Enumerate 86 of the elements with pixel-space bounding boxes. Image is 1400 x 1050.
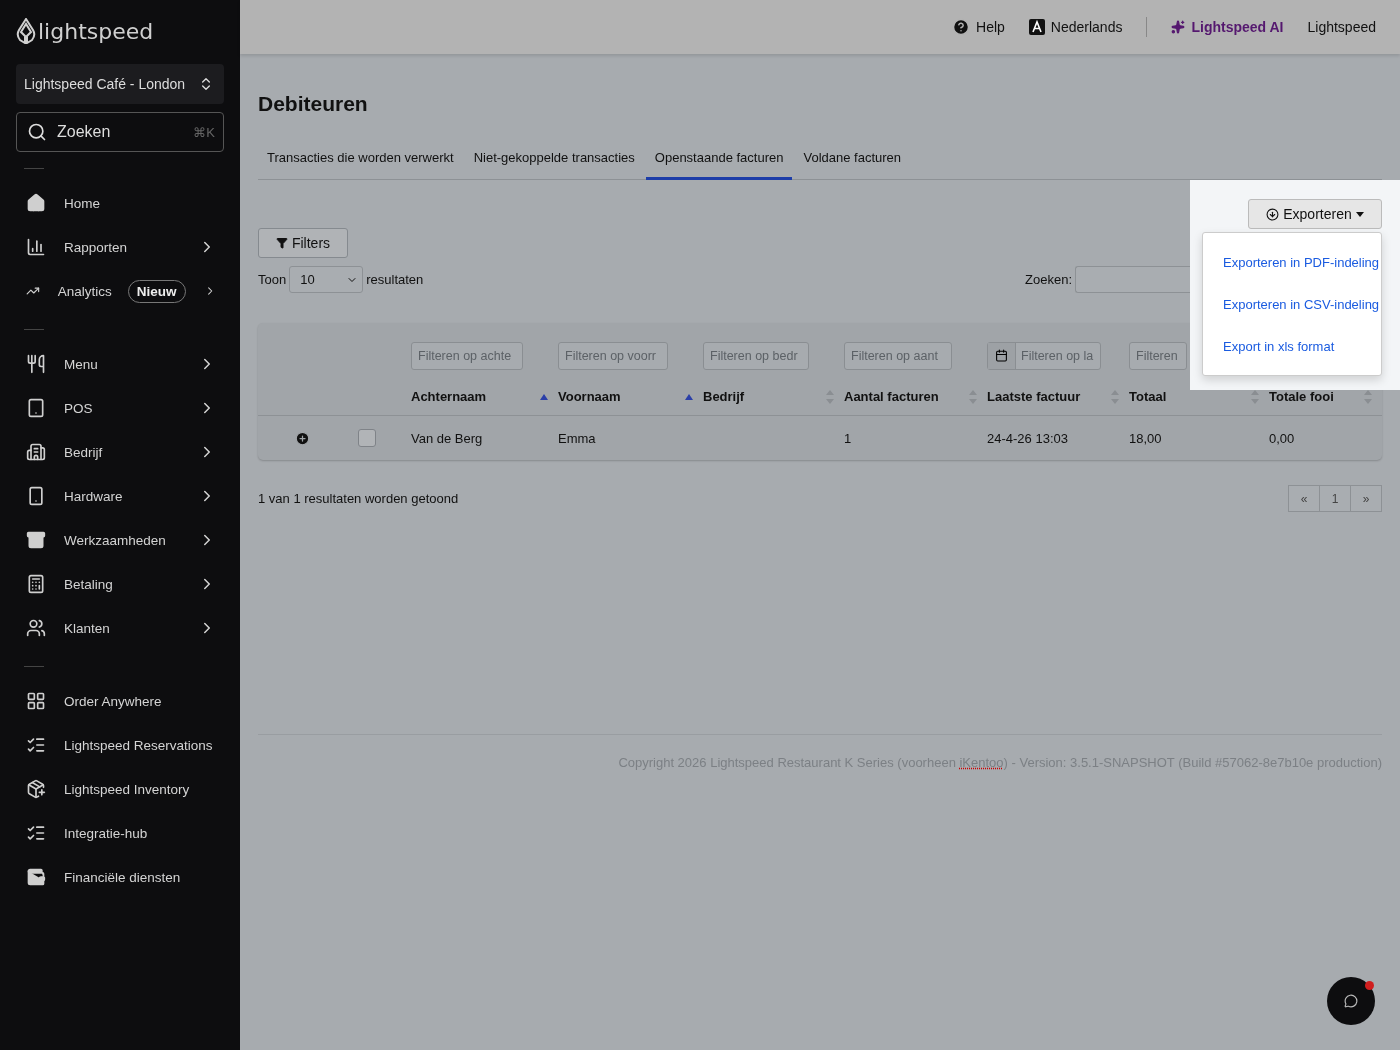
show-label: Toon bbox=[258, 272, 287, 287]
caret-icon bbox=[1355, 211, 1364, 217]
search-field[interactable]: Zoeken ⌘K bbox=[16, 112, 224, 152]
help-icon bbox=[952, 18, 971, 36]
column-header[interactable]: Voornaam bbox=[558, 389, 621, 404]
column-header[interactable]: Totale fooi bbox=[1269, 389, 1334, 404]
language-icon bbox=[1028, 19, 1045, 35]
expand-row-icon[interactable] bbox=[294, 430, 310, 446]
sidebar-item[interactable]: Bedrijf bbox=[16, 430, 224, 474]
sidebar-item[interactable]: Werkzaamheden bbox=[16, 518, 224, 562]
topbar-link[interactable]: Lightspeed AI bbox=[1171, 19, 1284, 35]
table-cell: 1 bbox=[844, 430, 852, 446]
search-icon bbox=[27, 122, 47, 142]
filters-button[interactable]: Filters bbox=[258, 228, 348, 258]
archive-icon bbox=[26, 530, 46, 550]
page-button[interactable]: » bbox=[1350, 485, 1382, 512]
package-icon bbox=[26, 779, 46, 799]
tab[interactable]: Niet-gekoppelde transacties bbox=[464, 144, 644, 180]
topbar-link[interactable]: Help bbox=[952, 18, 1005, 36]
wallet-icon bbox=[26, 867, 46, 887]
search-label: Zoeken: bbox=[1025, 272, 1072, 287]
phone-icon bbox=[26, 486, 46, 506]
chat-icon bbox=[1344, 994, 1358, 1008]
utensils-icon bbox=[26, 354, 46, 374]
tab[interactable]: Openstaande facturen bbox=[645, 144, 793, 180]
sidebar-item[interactable]: Hardware bbox=[16, 474, 224, 518]
column-header[interactable]: Totaal bbox=[1129, 389, 1167, 404]
shortcut-hint: ⌘K bbox=[193, 124, 215, 140]
column-header[interactable]: Aantal facturen bbox=[844, 389, 939, 404]
sort-icon[interactable] bbox=[1364, 389, 1372, 404]
page-button[interactable]: « bbox=[1288, 485, 1320, 512]
export-menu-item[interactable]: Export in xls format bbox=[1203, 325, 1381, 367]
sidebar-item[interactable]: Order Anywhere bbox=[16, 679, 224, 723]
chat-button[interactable] bbox=[1327, 977, 1375, 1025]
sidebar-item[interactable]: Analytics Nieuw bbox=[16, 269, 224, 313]
users-icon bbox=[26, 618, 46, 638]
export-menu-item[interactable]: Exporteren in PDF-indeling bbox=[1203, 241, 1381, 283]
checklist-icon bbox=[26, 823, 46, 843]
building-icon bbox=[26, 442, 46, 462]
sidebar-item[interactable]: Menu bbox=[16, 342, 224, 386]
tab[interactable]: Transacties die worden verwerkt bbox=[258, 144, 463, 180]
store-selector[interactable]: Lightspeed Café - London bbox=[16, 64, 224, 104]
sort-ascending-icon[interactable] bbox=[540, 393, 548, 400]
tablet-icon bbox=[26, 398, 46, 418]
export-button[interactable]: Exporteren bbox=[1248, 199, 1382, 229]
home-icon bbox=[26, 193, 46, 213]
sidebar-item[interactable]: Home bbox=[16, 181, 224, 225]
grid-icon bbox=[26, 691, 46, 711]
sort-ascending-icon[interactable] bbox=[685, 393, 693, 400]
page-title: Debiteuren bbox=[258, 92, 369, 116]
page-size-select[interactable]: 10 bbox=[289, 266, 364, 293]
tab[interactable]: Voldane facturen bbox=[794, 144, 911, 180]
table-search-field[interactable] bbox=[1075, 266, 1191, 293]
logo-text: lightspeed bbox=[38, 18, 154, 44]
column-header[interactable]: Bedrijf bbox=[703, 389, 745, 404]
sparkle-icon bbox=[1171, 20, 1186, 34]
checklist-icon bbox=[26, 735, 46, 755]
flame-logo-icon bbox=[16, 18, 36, 44]
results-label: resultaten bbox=[366, 272, 424, 287]
filter-icon bbox=[275, 237, 288, 249]
row-checkbox[interactable] bbox=[358, 429, 376, 447]
topbar-link[interactable]: Lightspeed bbox=[1307, 19, 1376, 35]
table-cell: Van de Berg bbox=[411, 430, 483, 446]
sidebar-item[interactable]: Lightspeed Inventory bbox=[16, 767, 224, 811]
sort-icon[interactable] bbox=[1251, 389, 1259, 404]
results-summary: 1 van 1 resultaten worden getoond bbox=[258, 491, 459, 506]
table-cell: 18,00 bbox=[1129, 430, 1162, 446]
table-cell: 24-4-26 13:03 bbox=[987, 430, 1068, 446]
sidebar-item[interactable]: Integratie-hub bbox=[16, 811, 224, 855]
sidebar-item[interactable]: Lightspeed Reservations bbox=[16, 723, 224, 767]
topbar-link[interactable]: Nederlands bbox=[1028, 19, 1123, 35]
table-cell: 0,00 bbox=[1269, 430, 1295, 446]
sidebar-item[interactable]: Klanten bbox=[16, 606, 224, 650]
sidebar-item[interactable]: Betaling bbox=[16, 562, 224, 606]
table-cell: Emma bbox=[558, 430, 596, 446]
sidebar-item[interactable]: Rapporten bbox=[16, 225, 224, 269]
calculator-icon bbox=[26, 574, 46, 594]
export-menu-item[interactable]: Exporteren in CSV-indeling bbox=[1203, 283, 1381, 325]
sidebar-item[interactable]: Financiële diensten bbox=[16, 855, 224, 899]
sidebar-item[interactable]: POS bbox=[16, 386, 224, 430]
download-icon bbox=[1266, 207, 1280, 221]
page-button[interactable]: 1 bbox=[1319, 485, 1351, 512]
bar-chart-icon bbox=[26, 237, 46, 257]
column-header[interactable]: Laatste factuur bbox=[987, 389, 1081, 404]
calendar-icon bbox=[995, 349, 1008, 362]
column-header[interactable]: Achternaam bbox=[411, 389, 487, 404]
